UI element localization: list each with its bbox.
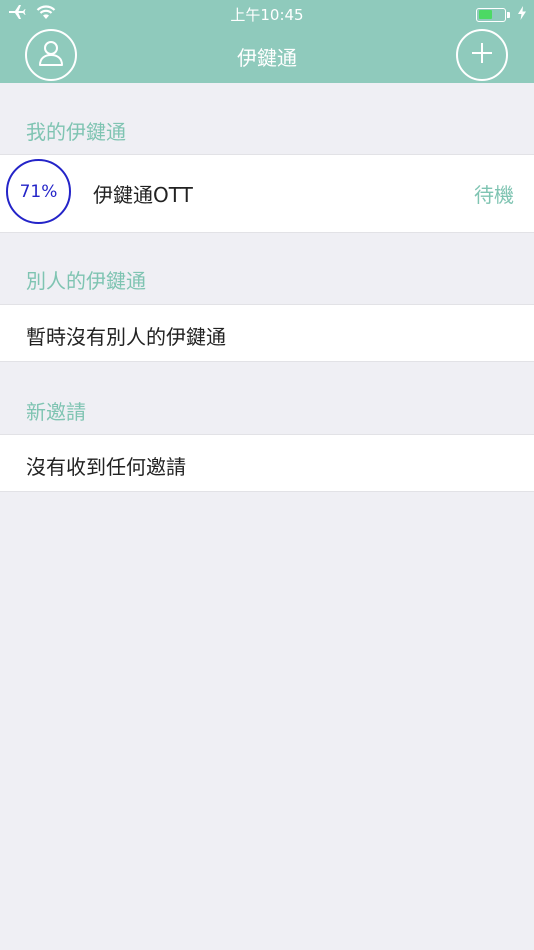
add-icon: [470, 41, 494, 69]
device-row[interactable]: 71% 伊鍵通OTT 待機: [0, 154, 534, 233]
status-time: 上午10:45: [230, 6, 304, 24]
others-empty-text: 暫時沒有別人的伊鍵通: [26, 325, 226, 349]
section-header-mine: 我的伊鍵通: [26, 120, 126, 144]
invites-empty-text: 沒有收到任何邀請: [26, 455, 186, 479]
device-percent: 71%: [19, 181, 58, 202]
battery-icon: [476, 7, 510, 22]
add-button[interactable]: [456, 29, 508, 81]
charging-icon: [518, 5, 526, 24]
section-header-invites: 新邀請: [26, 400, 86, 424]
page-title: 伊鍵通: [237, 46, 297, 70]
battery-level: [478, 10, 493, 19]
app-header: 上午10:45 伊鍵通: [0, 0, 534, 83]
others-empty-row: 暫時沒有別人的伊鍵通: [0, 304, 534, 362]
invites-empty-row: 沒有收到任何邀請: [0, 434, 534, 492]
device-name: 伊鍵通OTT: [93, 183, 193, 207]
section-header-others: 別人的伊鍵通: [26, 269, 146, 293]
status-bar: 上午10:45: [0, 0, 534, 26]
status-right: [476, 5, 526, 24]
device-status: 待機: [474, 183, 514, 207]
nav-bar: 伊鍵通: [0, 26, 534, 83]
battery-ring: 71%: [6, 159, 71, 224]
